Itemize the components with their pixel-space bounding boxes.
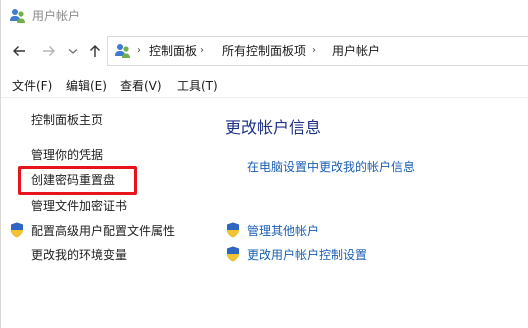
sidebar-item-manage-credentials[interactable]: 管理你的凭据 [31, 147, 103, 163]
title-bar: 用户帐户 [1, 0, 528, 32]
breadcrumb-user-accounts[interactable]: 用户帐户 [332, 43, 380, 59]
menu-file[interactable]: 文件(F) [12, 78, 52, 94]
sidebar-item-encryption-certs[interactable]: 管理文件加密证书 [31, 198, 127, 214]
highlight-box [18, 166, 137, 195]
shield-icon [226, 222, 240, 238]
user-accounts-window: 用户帐户 › 控制面板 › 所有控制面板项 › 用户帐户 文件(F) 编辑(E)… [0, 0, 528, 328]
menu-edit[interactable]: 编辑(E) [66, 78, 107, 94]
menu-bar: 文件(F) 编辑(E) 查看(V) 工具(T) [1, 74, 528, 96]
window-title: 用户帐户 [32, 9, 81, 23]
sidebar-item-environment-variables[interactable]: 更改我的环境变量 [31, 247, 127, 263]
arrow-up-icon[interactable] [85, 41, 105, 61]
breadcrumb-separator: › [200, 45, 204, 56]
breadcrumb-all-items[interactable]: 所有控制面板项 [222, 43, 306, 59]
address-bar[interactable]: › 控制面板 › 所有控制面板项 › 用户帐户 [107, 36, 528, 66]
control-panel-icon [114, 42, 132, 60]
breadcrumb-separator: › [137, 45, 141, 56]
shield-icon [10, 222, 24, 238]
sidebar-item-advanced-profile[interactable]: 配置高级用户配置文件属性 [31, 223, 175, 239]
menu-view[interactable]: 查看(V) [120, 78, 162, 94]
uac-settings-link[interactable]: 更改用户帐户控制设置 [247, 247, 367, 263]
page-title: 更改帐户信息 [225, 118, 322, 137]
pc-settings-link[interactable]: 在电脑设置中更改我的帐户信息 [247, 159, 415, 175]
chevron-down-icon[interactable] [63, 41, 83, 61]
arrow-left-icon[interactable] [9, 41, 29, 61]
menu-divider [1, 97, 528, 98]
manage-other-accounts-link[interactable]: 管理其他帐户 [247, 223, 319, 239]
navigation-row: › 控制面板 › 所有控制面板项 › 用户帐户 [1, 33, 528, 69]
menu-tools[interactable]: 工具(T) [177, 78, 218, 94]
sidebar-item-control-panel-home[interactable]: 控制面板主页 [31, 112, 103, 128]
shield-icon [226, 246, 240, 262]
breadcrumb-separator: › [312, 45, 316, 56]
arrow-right-icon[interactable] [39, 41, 59, 61]
users-icon [9, 7, 27, 25]
breadcrumb-control-panel[interactable]: 控制面板 [149, 43, 197, 59]
